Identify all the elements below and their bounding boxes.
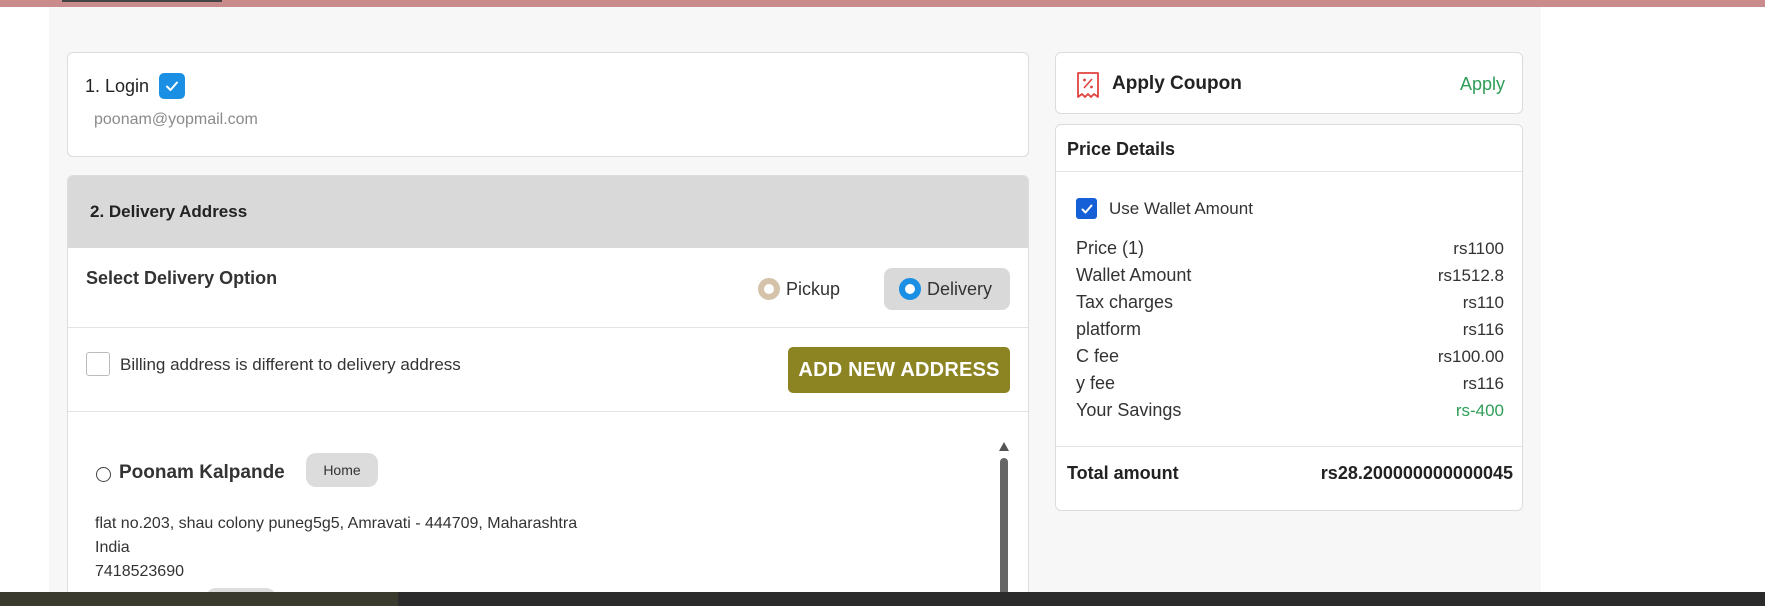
delivery-option-label: Select Delivery Option bbox=[86, 268, 278, 288]
savings-label: Your Savings bbox=[1076, 400, 1182, 420]
right-gutter bbox=[1541, 7, 1765, 592]
use-wallet-checkbox[interactable] bbox=[1076, 198, 1097, 219]
price-details-header: Price Details bbox=[1056, 125, 1522, 172]
delivery-option[interactable]: Delivery bbox=[884, 268, 1010, 310]
taskbar-thumbnail bbox=[0, 592, 398, 606]
address-phone: 7418523690 bbox=[95, 563, 184, 580]
scroll-up-arrow-icon[interactable] bbox=[999, 442, 1009, 451]
price-row-label: platform bbox=[1076, 319, 1142, 339]
login-title-text: 1. Login bbox=[85, 75, 150, 96]
login-complete-check-icon bbox=[159, 73, 186, 99]
delivery-address-card: 2. Delivery Address Select Delivery Opti… bbox=[67, 175, 1029, 595]
price-row: platform rs116 bbox=[1076, 316, 1504, 343]
savings-value: rs-400 bbox=[1455, 401, 1504, 420]
use-wallet-row[interactable]: Use Wallet Amount bbox=[1076, 198, 1253, 219]
price-row: Price (1) rs1100 bbox=[1076, 235, 1504, 262]
price-details-card: Price Details Use Wallet Amount Price (1… bbox=[1055, 124, 1523, 511]
delivery-header-title: 2. Delivery Address bbox=[90, 202, 248, 221]
scroll-thumb[interactable] bbox=[1000, 458, 1008, 594]
total-amount-label: Total amount bbox=[1067, 463, 1179, 483]
address-name: Poonam Kalpande bbox=[119, 462, 285, 483]
pickup-radio[interactable] bbox=[758, 278, 780, 300]
price-row-value: rs1512.8 bbox=[1437, 266, 1504, 285]
price-row: Tax charges rs110 bbox=[1076, 289, 1504, 316]
bottom-taskbar bbox=[0, 592, 1765, 606]
price-row-label: Price (1) bbox=[1076, 238, 1145, 258]
address-tag: Home bbox=[306, 453, 378, 487]
add-new-address-button[interactable]: ADD NEW ADDRESS bbox=[788, 347, 1010, 393]
address-radio[interactable] bbox=[96, 467, 111, 482]
pickup-label: Pickup bbox=[786, 278, 841, 299]
left-gutter bbox=[0, 7, 49, 592]
price-row: y fee rs116 bbox=[1076, 370, 1504, 397]
delivery-header: 2. Delivery Address bbox=[68, 176, 1028, 248]
apply-coupon-link[interactable]: Apply bbox=[1460, 74, 1505, 95]
use-wallet-label: Use Wallet Amount bbox=[1109, 198, 1253, 218]
billing-different-label: Billing address is different to delivery… bbox=[120, 355, 461, 374]
coupon-card: Apply Coupon Apply bbox=[1055, 52, 1523, 114]
total-amount-value: rs28.200000000000045 bbox=[1320, 463, 1513, 483]
coupon-title: Apply Coupon bbox=[1112, 73, 1242, 94]
delivery-radio[interactable] bbox=[899, 278, 921, 300]
price-details-title: Price Details bbox=[1067, 139, 1176, 159]
price-row-value: rs110 bbox=[1462, 293, 1504, 312]
login-title: 1. Login bbox=[85, 73, 186, 99]
price-row-value: rs116 bbox=[1462, 374, 1504, 393]
price-row: Wallet Amount rs1512.8 bbox=[1076, 262, 1504, 289]
price-row-value: rs100.00 bbox=[1437, 347, 1504, 366]
price-row: C fee rs100.00 bbox=[1076, 343, 1504, 370]
price-row-value: rs116 bbox=[1462, 320, 1504, 339]
price-row-label: C fee bbox=[1076, 346, 1120, 366]
login-card: 1. Login poonam@yopmail.com bbox=[67, 52, 1029, 157]
coupon-icon bbox=[1077, 72, 1099, 98]
address-line: flat no.203, shau colony puneg5g5, Amrav… bbox=[95, 515, 578, 532]
top-accent-bar bbox=[0, 0, 1765, 7]
address-country: India bbox=[95, 539, 130, 556]
price-row-value: rs1100 bbox=[1453, 239, 1504, 258]
price-row-label: y fee bbox=[1076, 373, 1116, 393]
billing-address-row: Billing address is different to delivery… bbox=[68, 328, 1028, 412]
price-row-label: Tax charges bbox=[1076, 292, 1174, 312]
delivery-option-row: Select Delivery Option Pickup Delivery bbox=[68, 248, 1028, 328]
pickup-option[interactable]: Pickup bbox=[758, 268, 840, 310]
price-rows: Price (1) rs1100 Wallet Amount rs1512.8 … bbox=[1076, 235, 1504, 424]
total-amount-row: Total amount rs28.200000000000045 bbox=[1056, 446, 1522, 502]
address-scrollbar[interactable] bbox=[998, 442, 1010, 594]
active-tab-indicator bbox=[62, 0, 222, 2]
address-list: Poonam Kalpande Home flat no.203, shau c… bbox=[68, 412, 1028, 594]
login-email: poonam@yopmail.com bbox=[94, 111, 258, 128]
savings-row: Your Savings rs-400 bbox=[1076, 397, 1504, 424]
delivery-label: Delivery bbox=[927, 278, 993, 299]
billing-different-checkbox[interactable] bbox=[86, 352, 110, 376]
price-row-label: Wallet Amount bbox=[1076, 265, 1192, 285]
